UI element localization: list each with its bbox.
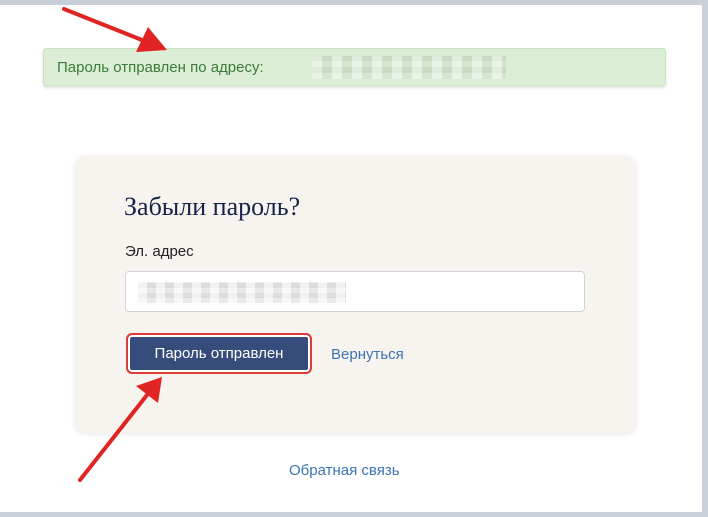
redacted-email bbox=[312, 56, 506, 79]
send-password-button[interactable]: Пароль отправлен bbox=[126, 333, 312, 374]
success-alert: Пароль отправлен по адресу: bbox=[43, 48, 666, 86]
alert-message: Пароль отправлен по адресу: bbox=[57, 59, 264, 76]
redacted-email-value bbox=[138, 282, 346, 303]
back-link[interactable]: Вернуться bbox=[331, 346, 404, 363]
page-title: Забыли пароль? bbox=[124, 192, 301, 221]
arrow-to-alert bbox=[62, 7, 167, 52]
email-label: Эл. адрес bbox=[125, 243, 194, 260]
reset-password-card: Забыли пароль? Эл. адрес Пароль отправле… bbox=[75, 156, 636, 433]
feedback-link[interactable]: Обратная связь bbox=[289, 462, 400, 479]
email-field[interactable] bbox=[125, 271, 585, 312]
